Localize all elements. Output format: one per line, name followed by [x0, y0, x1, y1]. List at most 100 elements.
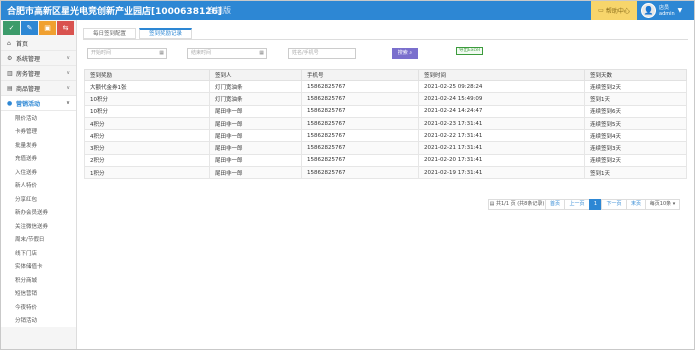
sidebar-item-1[interactable]: ⚙ 系统管理 ∨ [1, 51, 76, 66]
submenu-item[interactable]: 短信营销 [1, 286, 76, 300]
table-row: 4积分 尾田非一郎 15862825767 2021-02-23 17:31:41 连续… [84, 116, 687, 131]
sidebar: ✓ ✎ ▣ ⇆ ⌂ 首页 ⚙ 系统管理 ∨ ▥ 房务管理 ∨ ▤ 商品管理 ∨ ● 营销活动 ∨ 限价活动 卡券管… [1, 20, 77, 349]
submenu-item[interactable]: 新办会员送券 [1, 205, 76, 219]
days-cell: 连续签到2天 [584, 79, 687, 94]
reward-cell: 2积分 [84, 153, 210, 168]
table-body: 大额代金券1张 灯门宽油条 15862825767 2021-02-25 09:28:… [84, 79, 687, 180]
submenu-item[interactable]: 批量发券 [1, 138, 76, 152]
search-button[interactable]: 搜索 ⌕ [392, 48, 418, 59]
sidebar-item-label: 商品管理 [16, 85, 41, 93]
page-info: ▤ 共1/1 页 (共8条记录) [488, 199, 546, 210]
phone-cell: 15862825767 [301, 92, 419, 106]
tab-bar: 每日签到配置 签到奖励记录 [83, 28, 193, 39]
time-cell: 2021-02-23 17:31:41 [418, 116, 585, 131]
reward-cell: 大额代金券1张 [84, 79, 210, 94]
name-phone-input[interactable]: 姓名/手机号 [288, 48, 356, 59]
sidebar-item-label: 营销活动 [16, 100, 41, 108]
next-page-button[interactable]: 下一页 [601, 199, 627, 210]
tab-divider [83, 39, 688, 40]
user-cell: 灯门宽油条 [209, 79, 302, 94]
gear-icon: ⚙ [7, 54, 13, 62]
submenu-item[interactable]: 新人特价 [1, 178, 76, 192]
days-cell: 连续签到4天 [584, 129, 687, 143]
caret-down-icon: ▼ [677, 7, 683, 14]
calendar-icon: ▣ [44, 24, 51, 32]
store-title: 合肥市高新区星光电竞创新产业园店[1000638126] [7, 7, 222, 17]
end-time-input[interactable]: 结束时间 ▦ [187, 48, 267, 59]
last-page-button[interactable]: 末页 [626, 199, 646, 210]
user-cell: 尾田非一郎 [209, 104, 302, 118]
calendar-icon: ▦ [159, 50, 164, 56]
submenu-item[interactable]: 限价活动 [1, 111, 76, 125]
calendar-quick-button[interactable]: ▣ [39, 21, 56, 35]
prev-page-button[interactable]: 上一页 [564, 199, 590, 210]
start-time-placeholder: 开始时间 [91, 50, 112, 56]
check-quick-button[interactable]: ✓ [3, 21, 20, 35]
sidebar-item-4[interactable]: ● 营销活动 ∨ [1, 96, 76, 111]
chevron-down-icon: ∨ [66, 55, 70, 61]
sidebar-item-0[interactable]: ⌂ 首页 [1, 36, 76, 51]
info-icon: ● [7, 99, 13, 107]
table-row: 3积分 尾田非一郎 15862825767 2021-02-21 17:31:41 连续… [84, 141, 687, 155]
help-center-button[interactable]: ▭ 帮助中心 [591, 1, 637, 20]
user-name: admin [659, 10, 675, 17]
tab-signin-reward-records[interactable]: 签到奖励记录 [139, 28, 193, 39]
chevron-down-icon: ∨ [66, 70, 70, 76]
sidebar-item-label: 房务管理 [16, 70, 41, 78]
tab-daily-signin-config[interactable]: 每日签到配置 [83, 28, 137, 39]
sidebar-item-2[interactable]: ▥ 房务管理 ∨ [1, 66, 76, 81]
export-excel-button[interactable]: 导出Excel [456, 47, 483, 55]
days-cell: 签到1天 [584, 166, 687, 180]
reward-cell: 3积分 [84, 141, 210, 155]
submenu-item[interactable]: 今夜特价 [1, 300, 76, 314]
search-icon: ⌕ [409, 50, 413, 56]
submenu-item[interactable]: 入住送券 [1, 165, 76, 179]
chevron-down-icon: ∨ [65, 100, 70, 106]
first-page-button[interactable]: 首页 [545, 199, 565, 210]
phone-cell: 15862825767 [301, 129, 419, 143]
pagination: ▤ 共1/1 页 (共8条记录) 首页 上一页 1 下一页 末页 每页10条 ▾ [488, 199, 680, 210]
time-cell: 2021-02-19 17:31:41 [418, 166, 585, 180]
submenu-item[interactable]: 分享红包 [1, 192, 76, 206]
submenu-item[interactable]: 周末/节假日 [1, 232, 76, 246]
table-row: 10积分 灯门宽油条 15862825767 2021-02-24 15:49:09 签… [84, 92, 687, 106]
submenu-item[interactable]: 实体储值卡 [1, 259, 76, 273]
submenu-item[interactable]: 积分商城 [1, 273, 76, 287]
time-cell: 2021-02-20 17:31:41 [418, 153, 585, 168]
days-cell: 签到1天 [584, 92, 687, 106]
col-reward: 签到奖励 [84, 69, 210, 81]
page-info-text: 共1/1 页 (共8条记录) [496, 201, 545, 207]
submenu-item[interactable]: 关注微信送券 [1, 219, 76, 233]
page-size-select[interactable]: 每页10条 ▾ [645, 199, 680, 210]
col-phone: 手机号 [301, 69, 419, 81]
submenu-item[interactable]: 充值送券 [1, 151, 76, 165]
sidebar-item-label: 系统管理 [16, 55, 41, 63]
time-cell: 2021-02-22 17:31:41 [418, 129, 585, 143]
time-cell: 2021-02-24 14:24:47 [418, 104, 585, 118]
user-cell: 尾田非一郎 [209, 116, 302, 131]
table-row: 10积分 尾田非一郎 15862825767 2021-02-24 14:24:47 连… [84, 104, 687, 118]
reward-cell: 4积分 [84, 116, 210, 131]
phone-cell: 15862825767 [301, 141, 419, 155]
start-time-input[interactable]: 开始时间 ▦ [87, 48, 167, 59]
sidebar-item-3[interactable]: ▤ 商品管理 ∨ [1, 81, 76, 96]
time-cell: 2021-02-24 15:49:09 [418, 92, 585, 106]
sidebar-submenu: 限价活动 卡券管理 批量发券 充值送券 入住送券 新人特价 分享红包 新办会员送券 关注微信送券… [1, 111, 76, 327]
user-cell: 尾田非一郎 [209, 166, 302, 180]
submenu-item[interactable]: 卡券管理 [1, 124, 76, 138]
col-user: 签到人 [209, 69, 302, 81]
sidebar-menu: ⌂ 首页 ⚙ 系统管理 ∨ ▥ 房务管理 ∨ ▤ 商品管理 ∨ ● 营销活动 ∨ [1, 36, 76, 111]
col-signin-time: 签到时间 [418, 69, 585, 81]
pencil-quick-button[interactable]: ✎ [21, 21, 38, 35]
phone-cell: 15862825767 [301, 166, 419, 180]
pencil-icon: ✎ [26, 24, 33, 32]
submenu-item[interactable]: 线下门店 [1, 246, 76, 260]
calendar-icon: ▦ [259, 50, 264, 56]
reward-cell: 10积分 [84, 104, 210, 118]
user-info: 店员 admin [659, 5, 675, 17]
submenu-item[interactable]: 分销活动 [1, 313, 76, 327]
user-menu[interactable]: 👤 店员 admin ▼ [641, 2, 682, 19]
share-quick-button[interactable]: ⇆ [57, 21, 74, 35]
check-icon: ✓ [8, 24, 15, 32]
table-row: 2积分 尾田非一郎 15862825767 2021-02-20 17:31:41 连续… [84, 153, 687, 168]
